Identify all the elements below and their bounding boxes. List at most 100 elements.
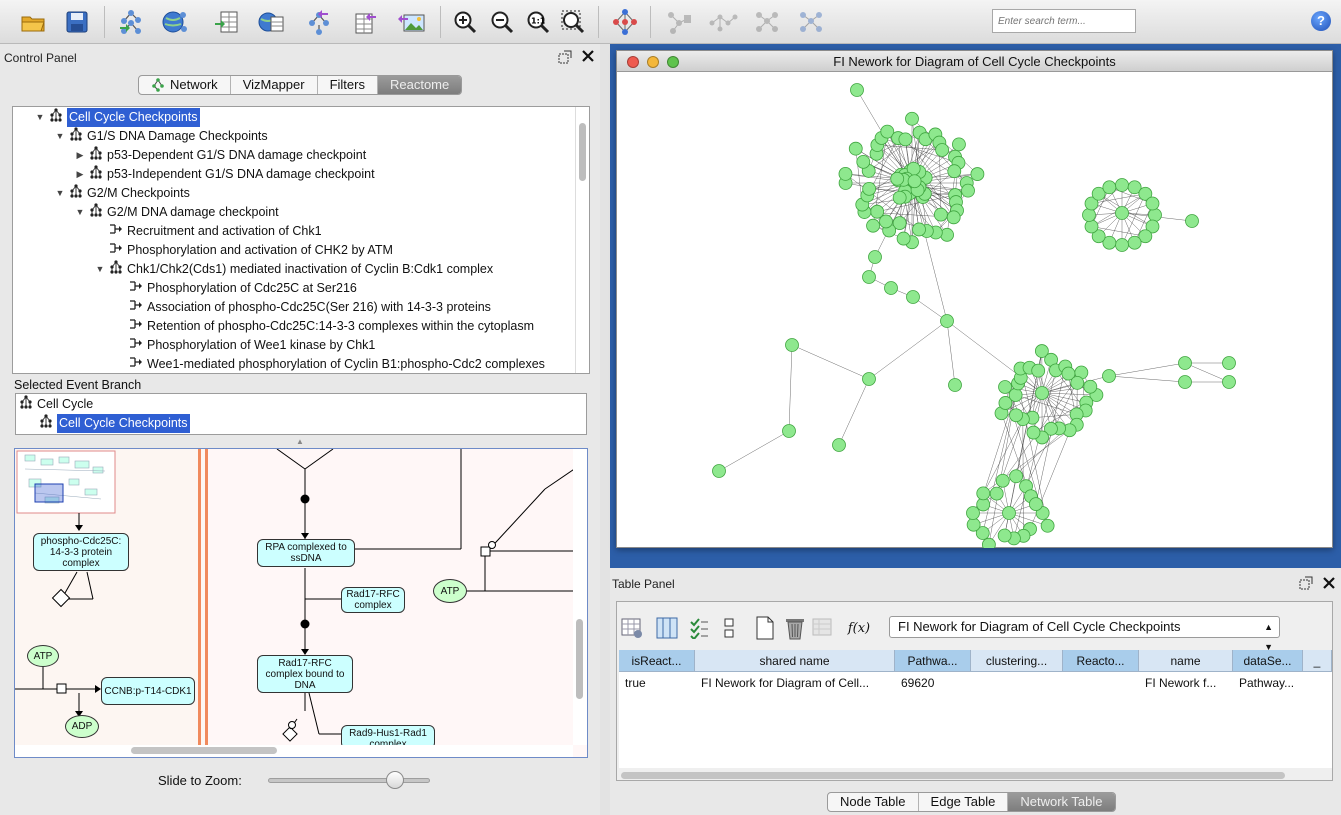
- open-folder-icon[interactable]: [18, 7, 48, 37]
- network-window-titlebar[interactable]: FI Nework for Diagram of Cell Cycle Chec…: [617, 51, 1332, 72]
- zoom-in-icon[interactable]: [450, 7, 480, 37]
- table-import-disabled-icon[interactable]: [811, 616, 835, 640]
- pathway-diagram[interactable]: phospho-Cdc25C: 14-3-3 protein complex R…: [14, 448, 588, 758]
- tree-scrollbar-thumb[interactable]: [579, 123, 586, 181]
- window-minimize-button[interactable]: [647, 56, 659, 68]
- function-builder-icon[interactable]: f(x): [847, 616, 871, 640]
- tree-item[interactable]: ▶ p53-Dependent G1/S DNA damage checkpoin…: [75, 145, 366, 165]
- table-column-header[interactable]: clustering...: [971, 650, 1063, 672]
- tree-item[interactable]: ▼ Chk1/Chk2(Cds1) mediated inactivation o…: [95, 259, 493, 279]
- network-selector[interactable]: FI Nework for Diagram of Cell Cycle Chec…: [889, 616, 1280, 652]
- expand-open-icon[interactable]: ▼: [75, 203, 85, 222]
- new-attribute-icon[interactable]: [753, 616, 777, 640]
- tree-item[interactable]: Association of phospho-Cdc25C(Ser 216) w…: [115, 298, 491, 317]
- tree-item[interactable]: ▶ p53-Independent G1/S DNA damage checkpo…: [75, 164, 375, 184]
- table-cell[interactable]: Pathway...: [1233, 674, 1303, 692]
- tree-item[interactable]: ▼ G2/M DNA damage checkpoint: [75, 202, 279, 222]
- table-cell[interactable]: 69620: [895, 674, 971, 692]
- tree-item[interactable]: ▼ Cell Cycle Checkpoints: [35, 107, 200, 127]
- window-zoom-button[interactable]: [667, 56, 679, 68]
- tab-vizmapper[interactable]: VizMapper: [231, 76, 318, 94]
- network-tool-3-icon[interactable]: [752, 7, 782, 37]
- tree-scrollbar[interactable]: [575, 107, 589, 373]
- tab-filters[interactable]: Filters: [318, 76, 378, 94]
- table-column-header[interactable]: Pathwa...: [895, 650, 971, 672]
- export-network-icon[interactable]: [304, 7, 334, 37]
- select-columns-icon[interactable]: [655, 616, 679, 640]
- table-cell[interactable]: true: [619, 674, 695, 692]
- tab-node-table[interactable]: Node Table: [828, 793, 919, 811]
- tab-network[interactable]: Network: [139, 76, 231, 94]
- diagram-hscrollbar[interactable]: [15, 745, 573, 757]
- diagram-node-adp[interactable]: ADP: [65, 715, 99, 738]
- window-close-button[interactable]: [627, 56, 639, 68]
- select-all-icon[interactable]: [687, 616, 711, 640]
- table-settings-icon[interactable]: [620, 616, 644, 640]
- diagram-node-rad17-rfc-dna[interactable]: Rad17-RFC complex bound to DNA: [257, 655, 353, 693]
- tree-item[interactable]: ▼ G2/M Checkpoints: [55, 183, 190, 203]
- splitter-handle[interactable]: ▲: [296, 437, 304, 446]
- table-cell[interactable]: FI Nework for Diagram of Cell...: [695, 674, 895, 692]
- table-column-header[interactable]: Reacto...: [1063, 650, 1139, 672]
- network-tool-4-icon[interactable]: [796, 7, 826, 37]
- diagram-node-rpa-ssdna[interactable]: RPA complexed to ssDNA: [257, 539, 355, 567]
- tab-edge-table[interactable]: Edge Table: [919, 793, 1009, 811]
- table-column-header[interactable]: dataSe...: [1233, 650, 1303, 672]
- expand-closed-icon[interactable]: ▶: [75, 165, 85, 184]
- expand-open-icon[interactable]: ▼: [55, 184, 65, 203]
- table-cell[interactable]: [1303, 674, 1332, 692]
- import-network-icon[interactable]: [116, 7, 146, 37]
- main-splitter[interactable]: [600, 44, 610, 815]
- network-layout-icon[interactable]: [610, 7, 640, 37]
- network-tool-2-icon[interactable]: [708, 7, 738, 37]
- expand-open-icon[interactable]: ▼: [35, 108, 45, 127]
- tree-item[interactable]: Phosphorylation and activation of CHK2 b…: [95, 241, 393, 260]
- table-column-header[interactable]: isReact...: [619, 650, 695, 672]
- zoom-selected-icon[interactable]: [558, 7, 588, 37]
- tab-network-table[interactable]: Network Table: [1008, 793, 1115, 811]
- import-web-table-icon[interactable]: [256, 7, 286, 37]
- table-cell[interactable]: [971, 674, 1063, 692]
- expand-open-icon[interactable]: ▼: [55, 127, 65, 146]
- network-canvas[interactable]: [617, 73, 1332, 548]
- float-panel-icon[interactable]: [558, 50, 572, 67]
- close-panel-icon[interactable]: [581, 49, 595, 66]
- tab-reactome[interactable]: Reactome: [377, 76, 462, 94]
- export-table-icon[interactable]: [350, 7, 380, 37]
- table-column-header[interactable]: _: [1303, 650, 1332, 672]
- branch-item[interactable]: Cell Cycle: [19, 394, 93, 414]
- search-input[interactable]: [992, 9, 1136, 33]
- float-table-panel-icon[interactable]: [1299, 576, 1313, 593]
- delete-attribute-icon[interactable]: [783, 616, 807, 640]
- tree-item[interactable]: ▼ G1/S DNA Damage Checkpoints: [55, 126, 268, 146]
- diagram-node-ccnb-cdk1[interactable]: CCNB:p-T14-CDK1: [101, 677, 195, 705]
- table-column-header[interactable]: name: [1139, 650, 1233, 672]
- import-web-network-icon[interactable]: [160, 7, 190, 37]
- table-cell[interactable]: FI Nework f...: [1139, 674, 1233, 692]
- table-cell[interactable]: [1063, 674, 1139, 692]
- export-image-icon[interactable]: [396, 7, 426, 37]
- tree-item[interactable]: Wee1-mediated phosphorylation of Cyclin …: [115, 355, 545, 373]
- tree-item[interactable]: Phosphorylation of Wee1 kinase by Chk1: [115, 336, 375, 355]
- zoom-fit-icon[interactable]: 1:1: [523, 7, 553, 37]
- diagram-node-atp-left[interactable]: ATP: [27, 645, 59, 667]
- tree-item[interactable]: Retention of phospho-Cdc25C:14-3-3 compl…: [115, 317, 534, 336]
- network-tool-1-icon[interactable]: [664, 7, 694, 37]
- zoom-out-icon[interactable]: [487, 7, 517, 37]
- tree-item[interactable]: Recruitment and activation of Chk1: [95, 222, 322, 241]
- expand-closed-icon[interactable]: ▶: [75, 146, 85, 165]
- help-icon[interactable]: ?: [1311, 11, 1331, 31]
- table-column-header[interactable]: shared name: [695, 650, 895, 672]
- zoom-slider-track[interactable]: [268, 778, 430, 783]
- diagram-node-rad17-rfc[interactable]: Rad17-RFC complex: [341, 587, 405, 613]
- table-hscrollbar[interactable]: [621, 772, 1285, 779]
- diagram-vscrollbar[interactable]: [573, 449, 587, 745]
- branch-item[interactable]: Cell Cycle Checkpoints: [39, 413, 190, 433]
- diagram-node-atp-right[interactable]: ATP: [433, 579, 467, 603]
- zoom-slider-thumb[interactable]: [386, 771, 404, 789]
- close-table-panel-icon[interactable]: [1322, 576, 1336, 593]
- overview-viewport[interactable]: [34, 483, 64, 503]
- expand-open-icon[interactable]: ▼: [95, 260, 105, 279]
- import-table-icon[interactable]: [212, 7, 242, 37]
- save-icon[interactable]: [62, 7, 92, 37]
